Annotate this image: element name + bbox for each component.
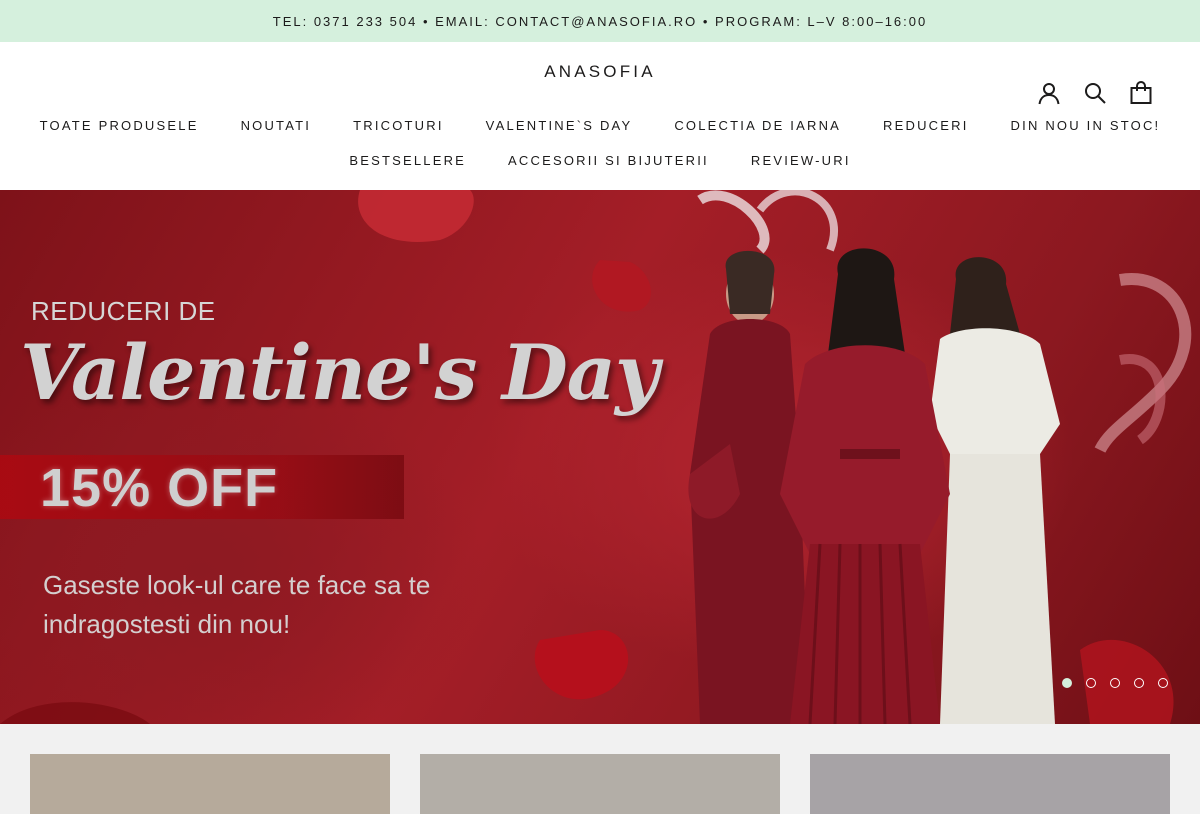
nav-noutati[interactable]: NOUTATI [241,118,312,133]
hero-discount-text: 15% OFF [40,458,279,518]
nav-valentines-day[interactable]: VALENTINE`S DAY [486,118,633,133]
hero-description: Gaseste look-ul care te face sa te indra… [43,570,431,639]
nav-reduceri[interactable]: REDUCERI [883,118,969,133]
nav-accesorii-si-bijuterii[interactable]: ACCESORII SI BIJUTERII [508,153,709,168]
hero-title: Valentine's Day [20,328,659,417]
collection-card-1[interactable] [30,754,390,814]
main-nav-row-2: BESTSELLERE ACCESORII SI BIJUTERII REVIE… [0,153,1200,168]
nav-din-nou-in-stoc[interactable]: DIN NOU IN STOC! [1011,118,1161,133]
hero-subtitle: REDUCERI DE [31,296,216,326]
search-icon[interactable] [1082,80,1108,106]
site-header: ANASOFIA TOATE PRODUSELE NOUTATI TRICOTU… [0,42,1200,190]
nav-colectia-de-iarna[interactable]: COLECTIA DE IARNA [674,118,841,133]
announcement-bar: TEL: 0371 233 504 • EMAIL: CONTACT@ANASO… [0,0,1200,42]
slide-dot-2[interactable] [1086,678,1096,688]
nav-bestsellere[interactable]: BESTSELLERE [349,153,466,168]
hero-slideshow[interactable]: REDUCERI DE Valentine's Day 15% OFF Gase… [0,190,1200,724]
slide-dot-4[interactable] [1134,678,1144,688]
slide-dot-5[interactable] [1158,678,1168,688]
slideshow-dots [1062,678,1168,688]
main-nav-row-1: TOATE PRODUSELE NOUTATI TRICOTURI VALENT… [0,118,1200,133]
announcement-text: TEL: 0371 233 504 • EMAIL: CONTACT@ANASO… [272,13,928,29]
slide-dot-1[interactable] [1062,678,1072,688]
collection-card-2[interactable] [420,754,780,814]
header-icons [1036,80,1154,106]
slide-dot-3[interactable] [1110,678,1120,688]
nav-tricoturi[interactable]: TRICOTURI [353,118,444,133]
hero-models-image [688,248,1060,724]
site-logo[interactable]: ANASOFIA [0,62,1200,82]
collection-card-3[interactable] [810,754,1170,814]
nav-review-uri[interactable]: REVIEW-URI [751,153,851,168]
nav-toate-produsele[interactable]: TOATE PRODUSELE [40,118,199,133]
account-icon[interactable] [1036,80,1062,106]
cart-icon[interactable] [1128,80,1154,106]
